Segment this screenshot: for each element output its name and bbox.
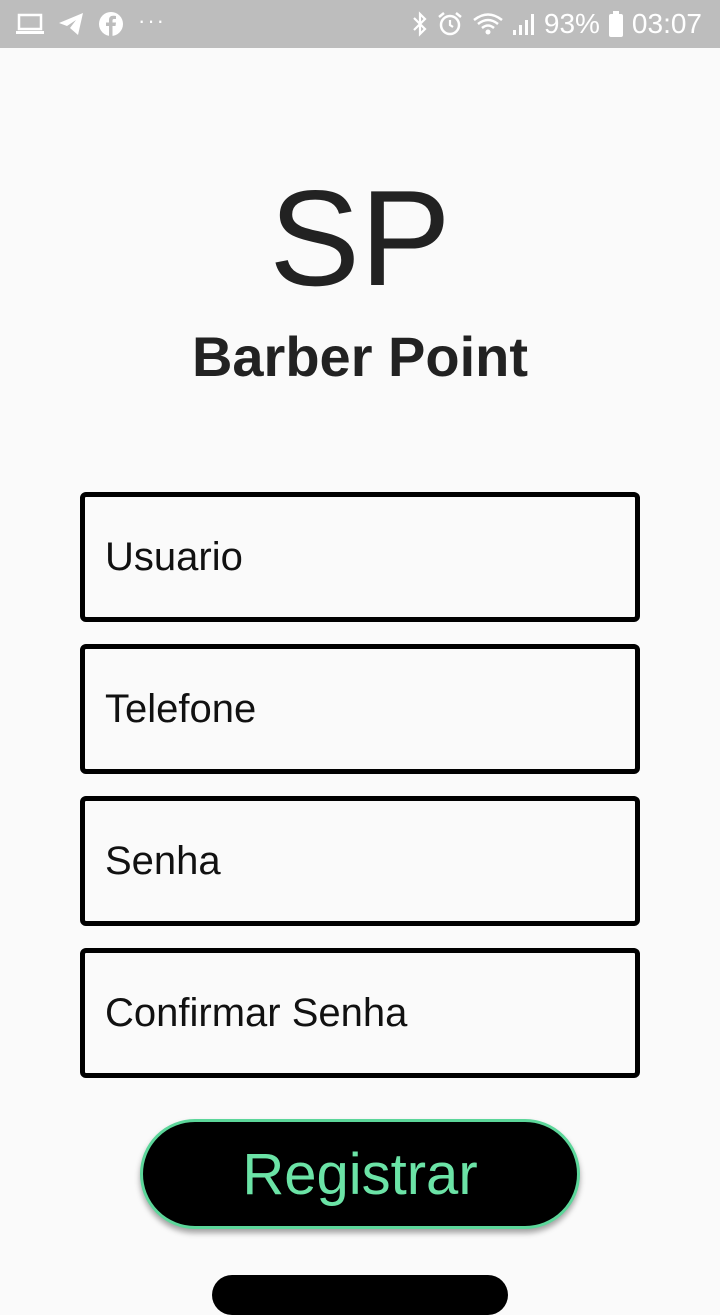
username-input[interactable] bbox=[80, 492, 640, 622]
status-bar-left: ··· bbox=[16, 8, 180, 37]
battery-icon bbox=[608, 10, 624, 38]
status-bar: ··· 93% 03:07 bbox=[0, 0, 720, 48]
laptop-icon bbox=[16, 13, 44, 35]
secondary-button-partial[interactable] bbox=[212, 1275, 508, 1315]
wifi-icon bbox=[472, 11, 504, 37]
phone-input[interactable] bbox=[80, 644, 640, 774]
bluetooth-icon bbox=[412, 11, 428, 37]
clock: 03:07 bbox=[631, 8, 702, 39]
battery-percent: 93% bbox=[543, 8, 600, 39]
app-name: Barber Point bbox=[191, 325, 529, 388]
password-input[interactable] bbox=[80, 796, 640, 926]
register-button[interactable]: Registrar bbox=[140, 1119, 580, 1229]
signal-icon bbox=[512, 12, 536, 36]
confirm-password-input[interactable] bbox=[80, 948, 640, 1078]
telegram-icon bbox=[58, 12, 84, 36]
status-bar-right: 93% 03:07 bbox=[404, 8, 702, 40]
more-notifications-indicator: ··· bbox=[138, 8, 166, 33]
facebook-icon bbox=[98, 11, 124, 37]
alarm-icon bbox=[436, 10, 464, 38]
app-logo: SP bbox=[269, 162, 451, 314]
